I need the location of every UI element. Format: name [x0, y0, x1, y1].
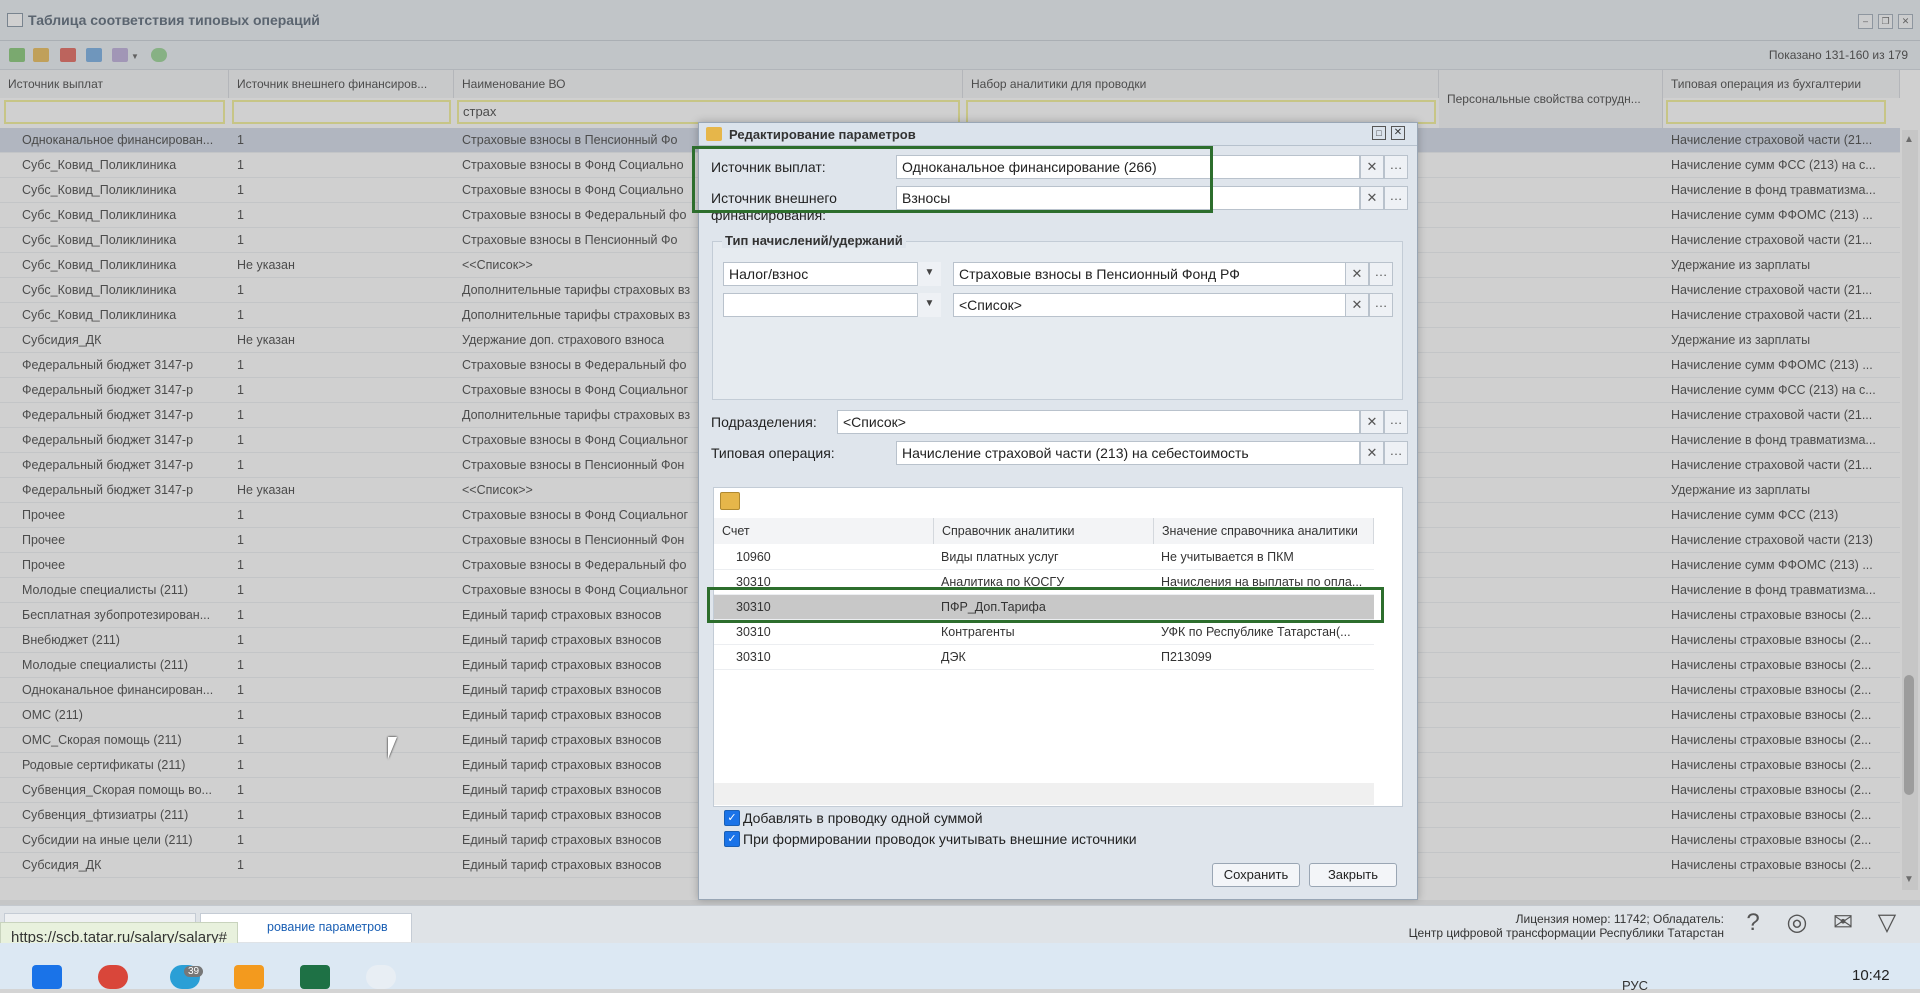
dialog-titlebar: Редактирование параметров □ ✕	[699, 123, 1417, 146]
excel-icon[interactable]	[300, 965, 330, 989]
language-indicator[interactable]: РУС	[1622, 978, 1648, 993]
app-icon[interactable]	[234, 965, 264, 989]
maximize-icon[interactable]: □	[1372, 126, 1386, 140]
checkbox-external-sources[interactable]: ✓	[724, 831, 740, 847]
table-row[interactable]: 10960 Виды платных услуг Не учитывается в …	[714, 545, 1374, 570]
clock[interactable]: 10:42	[1852, 967, 1890, 984]
highlight-box	[707, 587, 1384, 623]
single-sum-label: Добавлять в проводку одной суммой	[743, 810, 983, 826]
type2-value-field[interactable]: <Список>	[953, 293, 1349, 317]
license-info: Лицензия номер: 11742; Обладатель: Центр…	[1409, 912, 1724, 940]
clear-icon[interactable]: ✕	[1360, 186, 1384, 210]
table-cell: 10960	[736, 550, 771, 564]
more-icon[interactable]: …	[1369, 262, 1393, 286]
license-line1: Лицензия номер: 11742; Обладатель:	[1515, 912, 1724, 926]
type1-select[interactable]: Налог/взнос	[723, 262, 941, 286]
type2-select[interactable]	[723, 293, 941, 317]
dept-field[interactable]: <Список>	[837, 410, 1360, 434]
table-row[interactable]: 30310 Контрагенты УФК по Республике Татарс…	[714, 620, 1374, 645]
more-icon[interactable]: …	[1369, 293, 1393, 317]
collapse-icon[interactable]: ▽	[1872, 908, 1902, 938]
checkbox-single-sum[interactable]: ✓	[724, 810, 740, 826]
operation-label: Типовая операция:	[711, 445, 835, 461]
more-icon[interactable]: …	[1384, 410, 1408, 434]
cursor-icon	[388, 737, 397, 759]
table-cell: П213099	[1161, 650, 1212, 664]
tab-label: рование параметров	[267, 920, 388, 934]
horizontal-scrollbar[interactable]	[714, 783, 1374, 805]
help-icon[interactable]: ?	[1738, 908, 1768, 938]
table-cell: Не учитывается в ПКМ	[1161, 550, 1294, 564]
chevron-down-icon[interactable]: ▼	[917, 293, 941, 317]
table-cell: 30310	[736, 650, 771, 664]
clear-icon[interactable]: ✕	[1360, 441, 1384, 465]
dialog-title: Редактирование параметров	[729, 127, 916, 142]
highlight-box	[692, 146, 1213, 213]
clear-icon[interactable]: ✕	[1360, 410, 1384, 434]
clear-icon[interactable]: ✕	[1345, 293, 1369, 317]
clear-icon[interactable]: ✕	[1345, 262, 1369, 286]
type1-value-field[interactable]: Страховые взносы в Пенсионный Фонд РФ	[953, 262, 1349, 286]
license-line2: Центр цифровой трансформации Республики …	[1408, 926, 1724, 940]
table-row[interactable]: 30310 ДЭК П213099	[714, 645, 1374, 670]
mail-icon[interactable]: ✉	[1828, 908, 1858, 938]
operation-field[interactable]: Начисление страховой части (213) на себе…	[896, 441, 1360, 465]
column-header[interactable]: Счет	[714, 518, 934, 544]
chrome-icon[interactable]	[98, 965, 128, 989]
column-header[interactable]: Справочник аналитики	[934, 518, 1154, 544]
camera-icon[interactable]: ◎	[1782, 908, 1812, 938]
edit-icon[interactable]	[720, 492, 740, 510]
table-cell: 30310	[736, 625, 771, 639]
column-header[interactable]: Значение справочника аналитики	[1154, 518, 1374, 544]
save-button[interactable]: Сохранить	[1212, 863, 1300, 887]
notification-badge: 39	[184, 966, 204, 977]
table-cell: Контрагенты	[941, 625, 1015, 639]
table-cell: ДЭК	[941, 650, 966, 664]
more-icon[interactable]: …	[1384, 186, 1408, 210]
windows-start-icon[interactable]	[32, 965, 62, 989]
more-icon[interactable]: …	[1384, 155, 1408, 179]
close-icon[interactable]: ✕	[1391, 126, 1405, 140]
table-cell: Виды платных услуг	[941, 550, 1059, 564]
edit-icon	[706, 127, 722, 141]
app-icon[interactable]	[366, 965, 396, 989]
table-cell: УФК по Республике Татарстан(...	[1161, 625, 1351, 639]
type-legend: Тип начислений/удержаний	[722, 233, 906, 248]
clear-icon[interactable]: ✕	[1360, 155, 1384, 179]
close-button[interactable]: Закрыть	[1309, 863, 1397, 887]
dept-label: Подразделения:	[711, 414, 817, 430]
analytics-table: Счет Справочник аналитики Значение справ…	[713, 487, 1403, 807]
chevron-down-icon[interactable]: ▼	[917, 262, 941, 286]
more-icon[interactable]: …	[1384, 441, 1408, 465]
external-sources-label: При формировании проводок учитывать внеш…	[743, 831, 1137, 847]
